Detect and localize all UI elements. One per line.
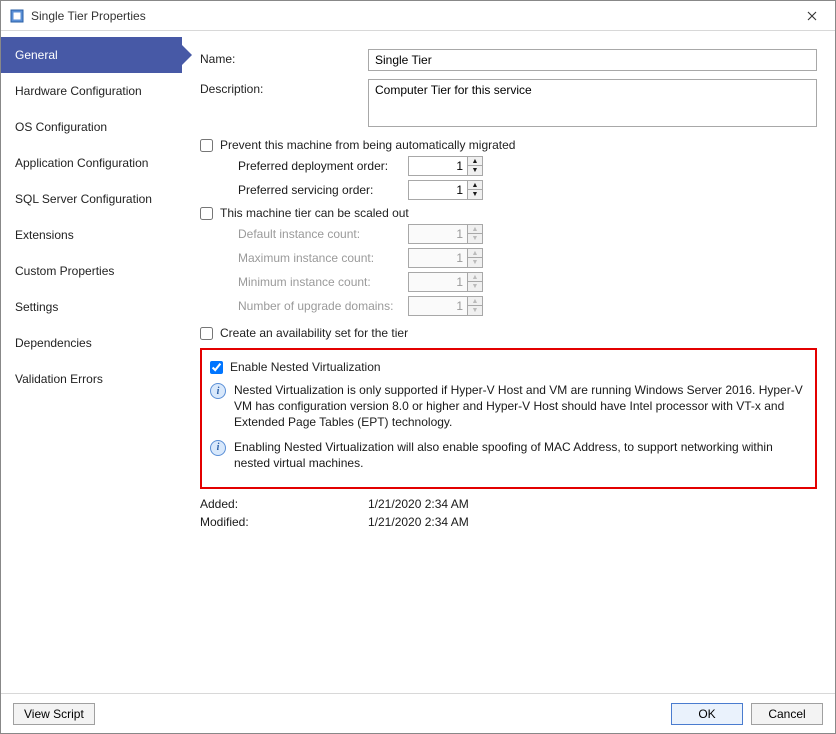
titlebar: Single Tier Properties xyxy=(1,1,835,31)
spinner-down-icon: ▼ xyxy=(468,234,482,243)
min-inst-input xyxy=(408,272,468,292)
added-value: 1/21/2020 2:34 AM xyxy=(368,497,469,511)
upgrade-domains-label: Number of upgrade domains: xyxy=(238,299,408,313)
default-inst-label: Default instance count: xyxy=(238,227,408,241)
spinner-down-icon[interactable]: ▼ xyxy=(468,190,482,199)
spinner-down-icon: ▼ xyxy=(468,306,482,315)
sidebar-item-sql-config[interactable]: SQL Server Configuration xyxy=(1,181,182,217)
sidebar-item-os-config[interactable]: OS Configuration xyxy=(1,109,182,145)
spinner-down-icon: ▼ xyxy=(468,282,482,291)
spinner-up-icon[interactable]: ▲ xyxy=(468,157,482,166)
upgrade-domains-input xyxy=(408,296,468,316)
pref-deploy-input[interactable] xyxy=(408,156,468,176)
nested-virtualization-section: Enable Nested Virtualization i Nested Vi… xyxy=(200,348,817,489)
pref-deploy-label: Preferred deployment order: xyxy=(238,159,408,173)
spinner-up-icon: ▲ xyxy=(468,225,482,234)
view-script-button[interactable]: View Script xyxy=(13,703,95,725)
modified-value: 1/21/2020 2:34 AM xyxy=(368,515,469,529)
info-icon: i xyxy=(210,383,226,399)
availability-set-checkbox[interactable] xyxy=(200,327,213,340)
min-inst-label: Minimum instance count: xyxy=(238,275,408,289)
prevent-migration-checkbox[interactable] xyxy=(200,139,213,152)
added-label: Added: xyxy=(200,497,368,511)
spinner-up-icon: ▲ xyxy=(468,273,482,282)
scale-out-checkbox[interactable] xyxy=(200,207,213,220)
main-panel: Name: Description: Computer Tier for thi… xyxy=(182,31,835,693)
pref-service-label: Preferred servicing order: xyxy=(238,183,408,197)
footer: View Script OK Cancel xyxy=(1,693,835,733)
sidebar-item-custom-properties[interactable]: Custom Properties xyxy=(1,253,182,289)
availability-set-label: Create an availability set for the tier xyxy=(220,326,408,340)
sidebar-item-dependencies[interactable]: Dependencies xyxy=(1,325,182,361)
prevent-migration-label: Prevent this machine from being automati… xyxy=(220,138,515,152)
pref-service-input[interactable] xyxy=(408,180,468,200)
cancel-button[interactable]: Cancel xyxy=(751,703,823,725)
close-button[interactable] xyxy=(789,1,835,31)
nested-virt-checkbox[interactable] xyxy=(210,361,223,374)
sidebar-item-extensions[interactable]: Extensions xyxy=(1,217,182,253)
spinner-down-icon: ▼ xyxy=(468,258,482,267)
modified-label: Modified: xyxy=(200,515,368,529)
window-title: Single Tier Properties xyxy=(31,9,789,23)
spinner-up-icon[interactable]: ▲ xyxy=(468,181,482,190)
sidebar-item-settings[interactable]: Settings xyxy=(1,289,182,325)
spinner-down-icon[interactable]: ▼ xyxy=(468,166,482,175)
sidebar-item-validation-errors[interactable]: Validation Errors xyxy=(1,361,182,397)
description-label: Description: xyxy=(200,79,368,96)
ok-button[interactable]: OK xyxy=(671,703,743,725)
max-inst-label: Maximum instance count: xyxy=(238,251,408,265)
sidebar-item-general[interactable]: General xyxy=(1,37,182,73)
info-icon: i xyxy=(210,440,226,456)
app-icon xyxy=(9,8,25,24)
spinner-up-icon: ▲ xyxy=(468,297,482,306)
nested-virt-info-1: Nested Virtualization is only supported … xyxy=(234,382,805,431)
sidebar: General Hardware Configuration OS Config… xyxy=(1,31,182,693)
name-label: Name: xyxy=(200,49,368,66)
scale-out-label: This machine tier can be scaled out xyxy=(220,206,409,220)
default-inst-input xyxy=(408,224,468,244)
description-input[interactable]: Computer Tier for this service xyxy=(368,79,817,127)
nested-virt-info-2: Enabling Nested Virtualization will also… xyxy=(234,439,805,471)
spinner-up-icon: ▲ xyxy=(468,249,482,258)
sidebar-item-app-config[interactable]: Application Configuration xyxy=(1,145,182,181)
name-input[interactable] xyxy=(368,49,817,71)
nested-virt-label: Enable Nested Virtualization xyxy=(230,360,381,374)
sidebar-item-hardware-config[interactable]: Hardware Configuration xyxy=(1,73,182,109)
max-inst-input xyxy=(408,248,468,268)
